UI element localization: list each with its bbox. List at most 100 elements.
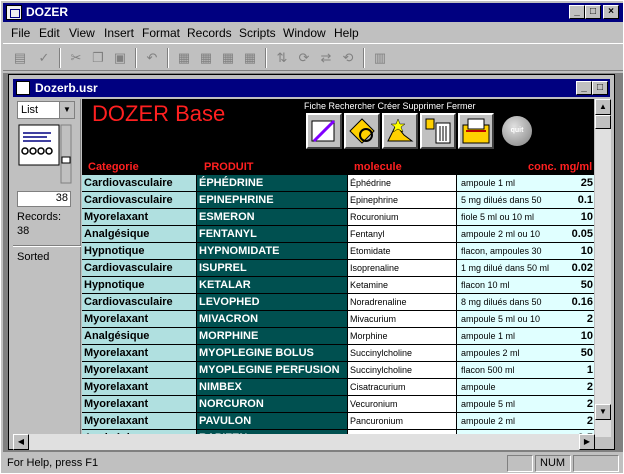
- record-produit[interactable]: KETALAR: [197, 277, 347, 293]
- record-row[interactable]: Hypnotique KETALAR Ketamine flacon 10 ml 50: [82, 277, 594, 294]
- menu-window[interactable]: Window: [283, 26, 326, 40]
- record-molecule[interactable]: Fentanyl: [348, 226, 456, 242]
- menu-view[interactable]: View: [69, 26, 95, 40]
- record-produit[interactable]: ÉPHÉDRINE: [197, 175, 347, 191]
- close-button[interactable]: ×: [603, 5, 619, 19]
- record-produit[interactable]: FENTANYL: [197, 226, 347, 242]
- record-molecule[interactable]: Mivacurium: [348, 311, 456, 327]
- record-presentation[interactable]: ampoule 1 ml: [457, 175, 569, 191]
- record-row[interactable]: Cardiovasculaire ÉPHÉDRINE Éphédrine ampoul…: [82, 175, 594, 192]
- record-produit[interactable]: ISUPREL: [197, 260, 347, 276]
- menu-file[interactable]: File: [11, 26, 30, 40]
- menu-records[interactable]: Records: [187, 26, 232, 40]
- record-concentration[interactable]: 2: [569, 413, 594, 429]
- record-concentration[interactable]: 0.1: [569, 192, 594, 208]
- menu-format[interactable]: Format: [142, 26, 180, 40]
- record-presentation[interactable]: ampoules 2 ml: [457, 345, 569, 361]
- creer-button[interactable]: [382, 113, 418, 149]
- rechercher-button[interactable]: [344, 113, 380, 149]
- record-row[interactable]: Myorelaxant MYOPLEGINE PERFUSION Succinylc…: [82, 362, 594, 379]
- record-presentation[interactable]: 1 mg dilué dans 50 ml: [457, 260, 569, 276]
- paste-icon[interactable]: ▣: [109, 48, 131, 68]
- record-row[interactable]: Analgésique MORPHINE Morphine ampoule 1 ml 1…: [82, 328, 594, 345]
- record-molecule[interactable]: Etomidate: [348, 243, 456, 259]
- record-produit[interactable]: LEVOPHED: [197, 294, 347, 310]
- record-presentation[interactable]: ampoule 5 ml: [457, 396, 569, 412]
- cut-icon[interactable]: ✂: [65, 48, 87, 68]
- record-produit[interactable]: MIVACRON: [197, 311, 347, 327]
- record-produit[interactable]: MYOPLEGINE PERFUSION: [197, 362, 347, 378]
- record-row[interactable]: Cardiovasculaire EPINEPHRINE Epinephrine 5 …: [82, 192, 594, 209]
- record-categorie[interactable]: Analgésique: [82, 226, 196, 242]
- record-presentation[interactable]: ampoule 5 ml ou 10: [457, 311, 569, 327]
- record-molecule[interactable]: Vecuronium: [348, 396, 456, 412]
- record-produit[interactable]: HYPNOMIDATE: [197, 243, 347, 259]
- record-presentation[interactable]: flacon, ampoules 30: [457, 243, 569, 259]
- record-produit[interactable]: EPINEPHRINE: [197, 192, 347, 208]
- horizontal-scrollbar[interactable]: ◀ ▶: [13, 434, 595, 450]
- record-row[interactable]: Myorelaxant MYOPLEGINE BOLUS Succinylcholi…: [82, 345, 594, 362]
- fiche-button[interactable]: [306, 113, 342, 149]
- record-categorie[interactable]: Hypnotique: [82, 277, 196, 293]
- record-concentration[interactable]: 0.16: [569, 294, 594, 310]
- record-row[interactable]: Hypnotique HYPNOMIDATE Etomidate flacon, am…: [82, 243, 594, 260]
- record-concentration[interactable]: 10: [569, 328, 594, 344]
- scroll-thumb[interactable]: [595, 115, 611, 129]
- print-icon[interactable]: ▤: [9, 48, 31, 68]
- record-concentration[interactable]: 25: [569, 175, 594, 191]
- document-maximize-button[interactable]: □: [592, 81, 608, 95]
- app-title-bar[interactable]: DOZER _ □ ×: [3, 3, 623, 22]
- record-produit[interactable]: PAVULON: [197, 413, 347, 429]
- new-record-icon[interactable]: ▦: [173, 48, 195, 68]
- record-categorie[interactable]: Cardiovasculaire: [82, 260, 196, 276]
- menu-help[interactable]: Help: [334, 26, 359, 40]
- record-categorie[interactable]: Myorelaxant: [82, 413, 196, 429]
- record-concentration[interactable]: 2: [569, 311, 594, 327]
- record-categorie[interactable]: Myorelaxant: [82, 379, 196, 395]
- record-categorie[interactable]: Cardiovasculaire: [82, 192, 196, 208]
- record-produit[interactable]: MYOPLEGINE BOLUS: [197, 345, 347, 361]
- record-concentration[interactable]: 10: [569, 209, 594, 225]
- record-molecule[interactable]: Pancuronium: [348, 413, 456, 429]
- document-icon[interactable]: [16, 81, 30, 95]
- minimize-button[interactable]: _: [569, 5, 585, 19]
- record-row[interactable]: Cardiovasculaire LEVOPHED Noradrenaline 8 m…: [82, 294, 594, 311]
- record-row[interactable]: Cardiovasculaire ISUPREL Isoprenaline 1 mg …: [82, 260, 594, 277]
- record-presentation[interactable]: ampoule: [457, 379, 569, 395]
- document-minimize-button[interactable]: _: [576, 81, 592, 95]
- record-categorie[interactable]: Hypnotique: [82, 243, 196, 259]
- record-categorie[interactable]: Analgésique: [82, 328, 196, 344]
- record-categorie[interactable]: Myorelaxant: [82, 345, 196, 361]
- fermer-button[interactable]: [458, 113, 494, 149]
- spellcheck-icon[interactable]: ✓: [33, 48, 55, 68]
- record-categorie[interactable]: Cardiovasculaire: [82, 294, 196, 310]
- replace-icon[interactable]: ⇄: [315, 48, 337, 68]
- record-categorie[interactable]: Cardiovasculaire: [82, 175, 196, 191]
- record-row[interactable]: Myorelaxant NORCURON Vecuronium ampoule 5 m…: [82, 396, 594, 413]
- record-produit[interactable]: NORCURON: [197, 396, 347, 412]
- record-molecule[interactable]: Rocuronium: [348, 209, 456, 225]
- scroll-right-icon[interactable]: ▶: [579, 434, 595, 450]
- record-number-field[interactable]: 38: [17, 191, 71, 207]
- chevron-down-icon[interactable]: ▼: [59, 102, 74, 118]
- record-row[interactable]: Myorelaxant NIMBEX Cisatracurium ampoule 2: [82, 379, 594, 396]
- record-row[interactable]: Myorelaxant PAVULON Pancuronium ampoule 2 m…: [82, 413, 594, 430]
- record-concentration[interactable]: 0.05: [569, 226, 594, 242]
- record-row[interactable]: Myorelaxant MIVACRON Mivacurium ampoule 5 m…: [82, 311, 594, 328]
- layout-select[interactable]: List ▼: [17, 101, 75, 119]
- record-presentation[interactable]: 8 mg dilués dans 50: [457, 294, 569, 310]
- menu-insert[interactable]: Insert: [104, 26, 134, 40]
- layout-icon[interactable]: ▥: [369, 48, 391, 68]
- supprimer-button[interactable]: [420, 113, 456, 149]
- record-presentation[interactable]: flacon 10 ml: [457, 277, 569, 293]
- record-presentation[interactable]: ampoule 2 ml ou 10: [457, 226, 569, 242]
- book-icon[interactable]: [17, 123, 75, 185]
- record-molecule[interactable]: Isoprenaline: [348, 260, 456, 276]
- record-presentation[interactable]: ampoule 2 ml: [457, 413, 569, 429]
- record-presentation[interactable]: flacon 500 ml: [457, 362, 569, 378]
- record-produit[interactable]: ESMERON: [197, 209, 347, 225]
- record-molecule[interactable]: Éphédrine: [348, 175, 456, 191]
- record-categorie[interactable]: Myorelaxant: [82, 396, 196, 412]
- record-presentation[interactable]: ampoule 1 ml: [457, 328, 569, 344]
- record-molecule[interactable]: Succinylcholine: [348, 345, 456, 361]
